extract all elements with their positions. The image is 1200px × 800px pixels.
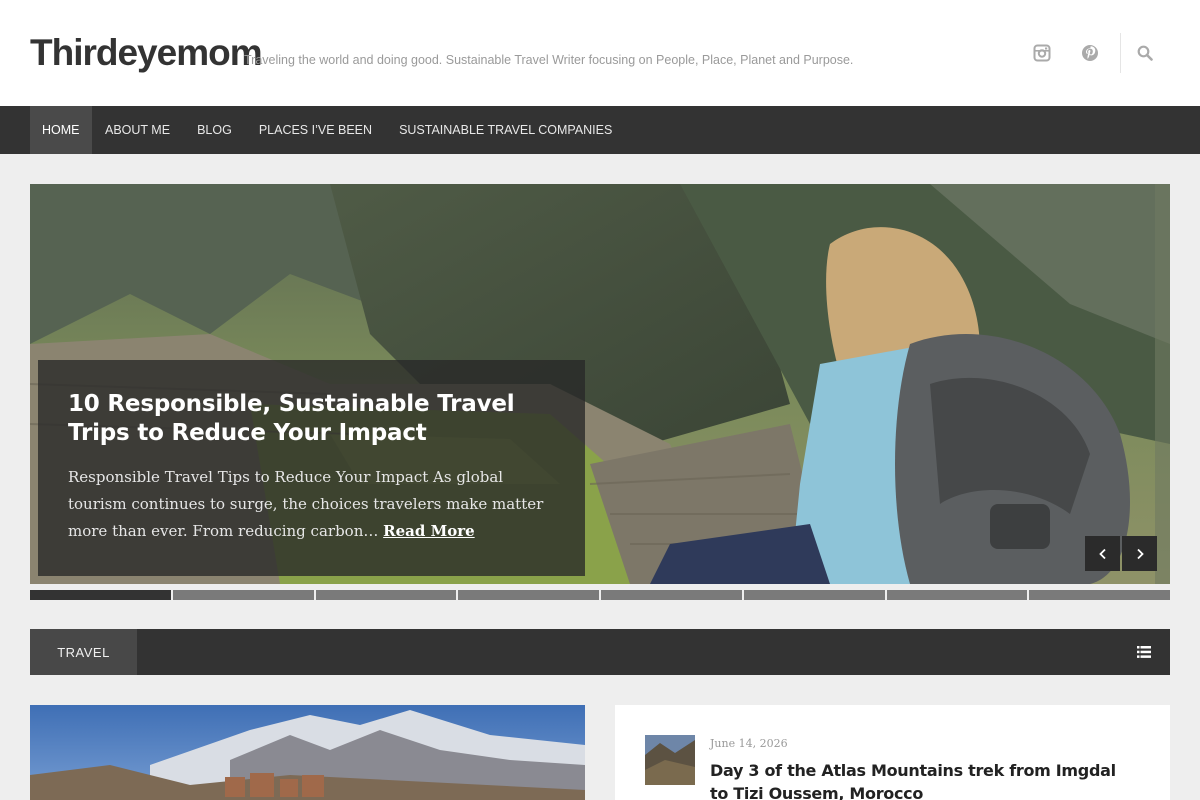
- section-label[interactable]: TRAVEL: [30, 629, 137, 675]
- read-more-link[interactable]: Read More: [383, 522, 475, 540]
- post-card: June 14, 2026 Day 3 of the Atlas Mountai…: [615, 705, 1170, 800]
- slider-dot[interactable]: [30, 590, 171, 600]
- instagram-icon[interactable]: [1031, 42, 1053, 64]
- chevron-left-icon: [1098, 548, 1106, 559]
- pinterest-icon[interactable]: [1079, 42, 1101, 64]
- slider-prev-button[interactable]: [1085, 536, 1120, 571]
- section-bar-travel: TRAVEL: [30, 629, 1170, 675]
- chevron-right-icon: [1136, 548, 1144, 559]
- nav-item-home[interactable]: HOME: [30, 106, 92, 154]
- slider-next-button[interactable]: [1122, 536, 1157, 571]
- slider-dot[interactable]: [886, 590, 1028, 600]
- nav-list: HOME ABOUT ME BLOG PLACES I’VE BEEN SUST…: [30, 106, 626, 154]
- site-header: Thirdeyemom Traveling the world and doin…: [0, 0, 1200, 106]
- slider-dot[interactable]: [172, 590, 314, 600]
- list-icon[interactable]: [1137, 645, 1151, 663]
- nav-item-blog[interactable]: BLOG: [184, 106, 246, 154]
- slide-caption: 10 Responsible, Sustainable Travel Trips…: [38, 360, 585, 576]
- slide-excerpt: Responsible Travel Tips to Reduce Your I…: [68, 464, 555, 545]
- slider-dot[interactable]: [315, 590, 457, 600]
- header-divider: [1120, 33, 1121, 73]
- post-date: June 14, 2026: [710, 737, 788, 750]
- slider-pagination: [30, 590, 1170, 600]
- nav-item-places[interactable]: PLACES I’VE BEEN: [245, 106, 385, 154]
- main-nav: HOME ABOUT ME BLOG PLACES I’VE BEEN SUST…: [0, 106, 1200, 154]
- site-tagline: Traveling the world and doing good. Sust…: [244, 53, 854, 67]
- search-icon[interactable]: [1134, 42, 1156, 64]
- featured-post-image[interactable]: [30, 705, 585, 800]
- post-title[interactable]: Day 3 of the Atlas Mountains trek from I…: [710, 759, 1130, 800]
- post-thumbnail[interactable]: [645, 735, 695, 785]
- nav-item-about-me[interactable]: ABOUT ME: [92, 106, 184, 154]
- slider-dot[interactable]: [743, 590, 885, 600]
- slider-dot[interactable]: [1029, 590, 1170, 600]
- slider-dot[interactable]: [601, 590, 742, 600]
- nav-item-sustainable-travel-companies[interactable]: SUSTAINABLE TRAVEL COMPANIES: [386, 106, 626, 154]
- featured-slider[interactable]: 10 Responsible, Sustainable Travel Trips…: [30, 184, 1170, 584]
- site-title[interactable]: Thirdeyemom: [30, 32, 263, 74]
- slide-title[interactable]: 10 Responsible, Sustainable Travel Trips…: [68, 390, 555, 448]
- slider-dot[interactable]: [458, 590, 599, 600]
